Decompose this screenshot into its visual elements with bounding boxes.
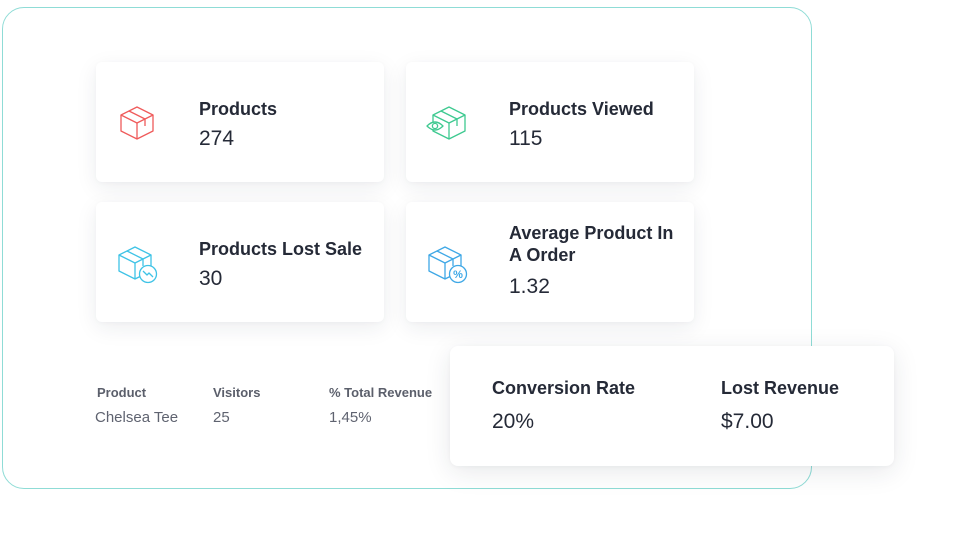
card-value: 1.32 — [509, 275, 550, 298]
summary-card[interactable]: Conversion Rate 20% Lost Revenue $7.00 — [450, 346, 894, 466]
table-header-total-revenue: % Total Revenue — [329, 385, 433, 400]
card-label: Products Lost Sale — [199, 239, 363, 259]
lost-revenue-label: Lost Revenue — [721, 378, 840, 398]
conversion-rate-label: Conversion Rate — [492, 378, 636, 398]
svg-text:%: % — [453, 269, 463, 281]
table-header-visitors: Visitors — [213, 385, 261, 400]
table-cell-visitors: 25 — [213, 409, 230, 426]
card-value: 274 — [199, 127, 235, 150]
box-trend-down-icon — [116, 242, 158, 284]
table-header-product: Product — [97, 385, 147, 400]
box-eye-icon — [426, 102, 468, 144]
average-product-card[interactable]: % Average Product In A Order 1.32 — [406, 202, 694, 322]
box-icon — [116, 102, 158, 144]
table-cell-product: Chelsea Tee — [95, 409, 179, 426]
table-cell-total-revenue: 1,45% — [329, 409, 372, 426]
card-label: Products Viewed — [509, 99, 654, 119]
conversion-rate-value: 20% — [492, 410, 535, 433]
card-label: Average Product In A Order — [509, 223, 674, 265]
lost-revenue-value: $7.00 — [721, 410, 774, 433]
products-lost-sale-card[interactable]: Products Lost Sale 30 — [96, 202, 384, 322]
products-viewed-card[interactable]: Products Viewed 115 — [406, 62, 694, 182]
card-label: Products — [199, 99, 278, 119]
card-value: 115 — [509, 127, 543, 150]
products-card[interactable]: Products 274 — [96, 62, 384, 182]
box-percent-icon: % — [426, 242, 468, 284]
card-value: 30 — [199, 267, 223, 290]
